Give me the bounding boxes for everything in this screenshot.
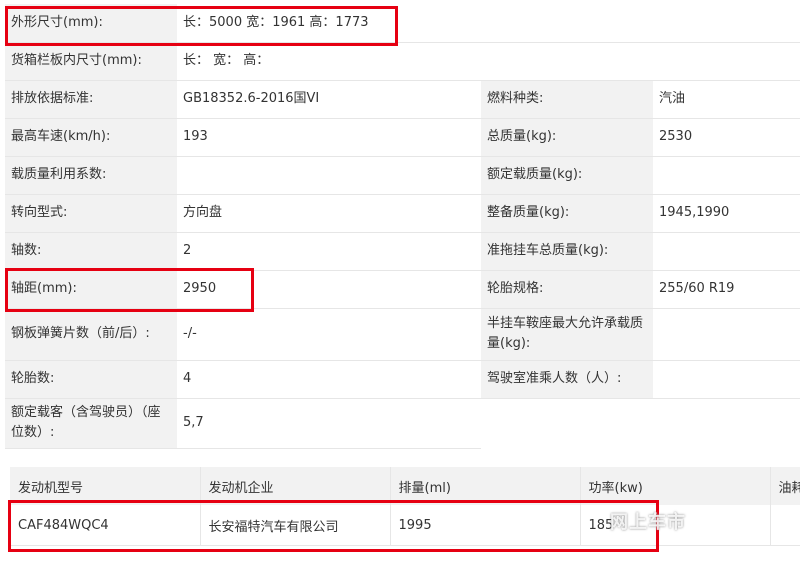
spec-value: 方向盘 xyxy=(177,194,481,233)
spec-label: 额定载客（含驾驶员）（座位数）: xyxy=(5,398,177,449)
spec-row: 轴数: 2 准拖挂车总质量(kg): xyxy=(5,232,800,271)
spec-row: 轮胎数: 4 驾驶室准乘人数（人）: xyxy=(5,360,800,399)
spec-value: 5,7 xyxy=(177,398,481,449)
spec-value xyxy=(653,360,800,399)
spec-value: 4 xyxy=(177,360,481,399)
spec-value: 汽油 xyxy=(653,80,800,119)
spec-label: 额定载质量(kg): xyxy=(481,156,653,195)
spec-value: 2530 xyxy=(653,118,800,157)
spec-value xyxy=(653,156,800,195)
highlight-box-dimensions xyxy=(5,6,398,46)
spec-row-seats: 额定载客（含驾驶员）（座位数）: 5,7 xyxy=(5,398,800,449)
spec-value: 长： 宽： 高： xyxy=(177,42,800,81)
spec-label: 轴数: xyxy=(5,232,177,271)
spec-label: 总质量(kg): xyxy=(481,118,653,157)
spec-label: 载质量利用系数: xyxy=(5,156,177,195)
spec-value xyxy=(653,398,800,448)
highlight-box-wheelbase xyxy=(5,268,254,312)
spec-label: 转向型式: xyxy=(5,194,177,233)
spec-row-cargo-box: 货箱栏板内尺寸(mm): 长： 宽： 高： xyxy=(5,42,800,81)
spec-value: 2 xyxy=(177,232,481,271)
spec-row: 转向型式: 方向盘 整备质量(kg): 1945,1990 xyxy=(5,194,800,233)
spec-label: 最高车速(km/h): xyxy=(5,118,177,157)
spec-label: 排放依据标准: xyxy=(5,80,177,119)
spec-row: 钢板弹簧片数（前/后）: -/- 半挂车鞍座最大允许承载质量(kg): xyxy=(5,308,800,361)
spec-label: 轮胎数: xyxy=(5,360,177,399)
spec-value xyxy=(653,232,800,271)
spec-label: 货箱栏板内尺寸(mm): xyxy=(5,42,177,81)
spec-label: 钢板弹簧片数（前/后）: xyxy=(5,308,177,361)
spec-value: -/- xyxy=(177,308,481,361)
vehicle-spec-table: 外形尺寸(mm): 长：5000 宽：1961 高：1773 货箱栏板内尺寸(m… xyxy=(5,4,800,449)
spec-value xyxy=(177,156,481,195)
spec-label: 轮胎规格: xyxy=(481,270,653,309)
spec-label: 整备质量(kg): xyxy=(481,194,653,233)
spec-value: 255/60 R19 xyxy=(653,270,800,309)
spec-value: 193 xyxy=(177,118,481,157)
spec-value xyxy=(653,308,800,361)
spec-value: 1945,1990 xyxy=(653,194,800,233)
spec-row: 最高车速(km/h): 193 总质量(kg): 2530 xyxy=(5,118,800,157)
spec-label: 半挂车鞍座最大允许承载质量(kg): xyxy=(481,308,653,361)
spec-row: 排放依据标准: GB18352.6-2016国VI 燃料种类: 汽油 xyxy=(5,80,800,119)
spec-label xyxy=(481,398,653,448)
spec-label: 驾驶室准乘人数（人）: xyxy=(481,360,653,399)
spec-label: 准拖挂车总质量(kg): xyxy=(481,232,653,271)
spec-row: 载质量利用系数: 额定载质量(kg): xyxy=(5,156,800,195)
spec-value: GB18352.6-2016国VI xyxy=(177,80,481,119)
highlight-box-engine xyxy=(8,500,659,552)
site-watermark: 网上车市 xyxy=(610,512,686,533)
spec-label: 燃料种类: xyxy=(481,80,653,119)
header-fuel-consumption: 油耗 xyxy=(770,467,800,505)
